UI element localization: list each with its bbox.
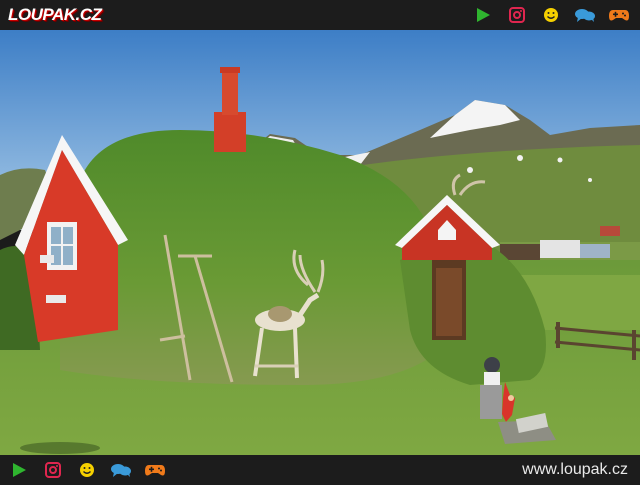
chat-icon[interactable] [110, 460, 132, 480]
instagram-icon[interactable] [506, 5, 528, 25]
site-logo[interactable]: LOUPAK.CZ [8, 5, 102, 25]
top-bar: LOUPAK.CZ [0, 0, 640, 30]
top-icon-group [460, 5, 630, 25]
gamepad-icon[interactable] [144, 460, 166, 480]
play-icon[interactable] [472, 5, 494, 25]
bottom-bar: www.loupak.cz [0, 455, 640, 485]
smiley-icon[interactable] [540, 5, 562, 25]
gamepad-icon[interactable] [608, 5, 630, 25]
instagram-icon[interactable] [42, 460, 64, 480]
play-icon[interactable] [8, 460, 30, 480]
turf-house-photo [0, 30, 640, 455]
smiley-icon[interactable] [76, 460, 98, 480]
bottom-icon-group [8, 460, 166, 480]
site-url[interactable]: www.loupak.cz [522, 461, 628, 479]
chat-icon[interactable] [574, 5, 596, 25]
